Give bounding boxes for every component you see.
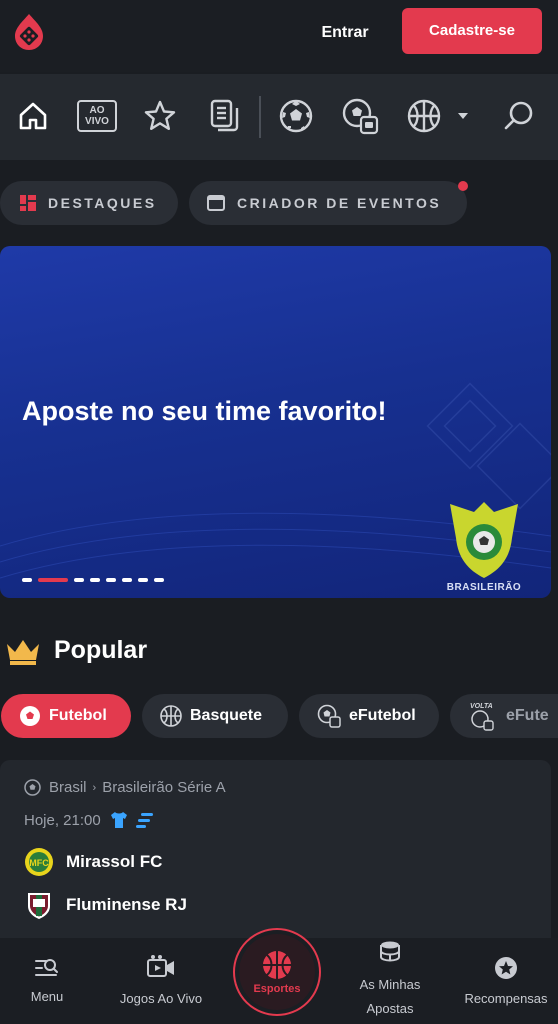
nav-my-bets[interactable]: As Minhas Apostas <box>342 938 438 1024</box>
volta-icon: VOLTA <box>470 703 494 731</box>
esoccer-icon <box>317 704 341 728</box>
home-icon[interactable] <box>13 96 53 136</box>
basketball-icon <box>160 705 182 727</box>
carousel-dot[interactable] <box>22 578 32 582</box>
nav-sports-label: Esportes <box>253 983 301 995</box>
nav-my-bets-line1: As Minhas <box>359 977 421 992</box>
calendar-icon <box>207 195 225 211</box>
live-icon[interactable]: AO VIVO <box>76 96 118 136</box>
nav-rewards[interactable]: Recompensas <box>454 938 558 1024</box>
nav-my-bets-line2: Apostas <box>366 1001 414 1016</box>
nav-menu[interactable]: Menu <box>16 938 78 1024</box>
chevron-right-icon: › <box>92 781 97 794</box>
carousel-dot[interactable] <box>106 578 116 582</box>
carousel-dot[interactable] <box>74 578 84 582</box>
search-icon[interactable] <box>498 96 538 136</box>
carousel-dots <box>22 578 164 582</box>
jersey-icon <box>110 812 127 828</box>
live-badge-line2: VIVO <box>85 116 109 127</box>
popular-heading: Popular <box>54 636 148 664</box>
sports-toolbar: AO VIVO <box>0 74 558 160</box>
match-league: Brasileirão Série A <box>102 779 226 796</box>
match-datetime: Hoje, 21:00 <box>24 811 101 829</box>
notification-dot <box>458 181 468 191</box>
match-league-breadcrumb: Brasil › Brasileirão Série A <box>24 779 226 796</box>
fluminense-badge-icon <box>28 893 50 919</box>
basketball-icon <box>263 951 291 979</box>
svg-text:VOLTA: VOLTA <box>470 703 493 710</box>
login-button[interactable]: Entrar <box>310 20 380 46</box>
tab-basquete-label: Basquete <box>190 707 263 724</box>
match-date: Hoje, 21:00 <box>24 811 155 829</box>
top-header: Entrar Cadastre-se <box>0 0 558 72</box>
event-creator-tab[interactable]: CRIADOR DE EVENTOS <box>189 181 467 225</box>
live-badge-line1: AO <box>89 105 105 116</box>
toolbar-divider <box>259 96 261 138</box>
match-country: Brasil <box>49 779 87 796</box>
tab-volta-label: eFute <box>506 707 549 724</box>
brand-logo-icon[interactable] <box>12 12 46 52</box>
soccer-ball-icon <box>20 706 40 726</box>
tab-basquete[interactable]: Basquete <box>142 694 288 738</box>
nav-sports-inner: Esportes <box>239 934 315 1010</box>
promo-banner[interactable]: Aposte no seu time favorito! BRASILEIRÃO <box>0 246 551 598</box>
tab-futebol[interactable]: Futebol <box>1 694 131 738</box>
crown-icon <box>7 640 39 665</box>
nav-menu-label: Menu <box>30 989 64 1004</box>
banner-title: Aposte no seu time favorito! <box>22 396 387 426</box>
nav-sports-button[interactable]: Esportes <box>233 928 321 1016</box>
coins-stack-icon <box>380 941 400 962</box>
tab-futebol-label: Futebol <box>49 707 107 724</box>
soccer-ball-icon[interactable] <box>276 96 316 136</box>
highlights-label: DESTAQUES <box>48 195 157 211</box>
soccer-ball-icon <box>24 779 41 796</box>
tab-efutebol[interactable]: eFutebol <box>299 694 439 738</box>
brasileirao-trophy-icon <box>450 502 518 578</box>
svg-text:MFC: MFC <box>29 858 49 868</box>
away-team-name: Fluminense RJ <box>66 895 187 914</box>
trophy-label: BRASILEIRÃO <box>446 582 522 593</box>
nav-live-games[interactable]: Jogos Ao Vivo <box>110 938 212 1024</box>
event-creator-label: CRIADOR DE EVENTOS <box>237 195 442 211</box>
grid-icon <box>20 195 36 211</box>
home-team[interactable]: MFC Mirassol FC <box>24 847 162 877</box>
away-team[interactable]: Fluminense RJ <box>24 890 187 920</box>
menu-search-icon <box>35 959 58 976</box>
carousel-dot[interactable] <box>122 578 132 582</box>
carousel-dot[interactable] <box>138 578 148 582</box>
signup-button[interactable]: Cadastre-se <box>402 8 542 54</box>
mirassol-badge-icon: MFC <box>25 848 53 876</box>
esoccer-icon[interactable] <box>340 96 380 136</box>
carousel-dot-active[interactable] <box>38 578 68 582</box>
rewards-star-icon <box>495 957 517 979</box>
stats-lines-icon <box>135 813 153 828</box>
star-icon[interactable] <box>140 96 180 136</box>
video-camera-icon <box>147 955 174 977</box>
home-team-name: Mirassol FC <box>66 852 163 871</box>
tab-efutebol-label: eFutebol <box>349 707 416 724</box>
basketball-icon[interactable] <box>404 96 444 136</box>
carousel-dot[interactable] <box>90 578 100 582</box>
carousel-dot[interactable] <box>154 578 164 582</box>
highlights-tab[interactable]: DESTAQUES <box>0 181 178 225</box>
chevron-down-icon[interactable] <box>448 96 478 136</box>
tab-volta[interactable]: VOLTA eFute <box>450 694 558 738</box>
nav-rewards-label: Recompensas <box>464 991 548 1006</box>
nav-live-games-label: Jogos Ao Vivo <box>119 991 203 1006</box>
betslip-icon[interactable] <box>204 96 244 136</box>
